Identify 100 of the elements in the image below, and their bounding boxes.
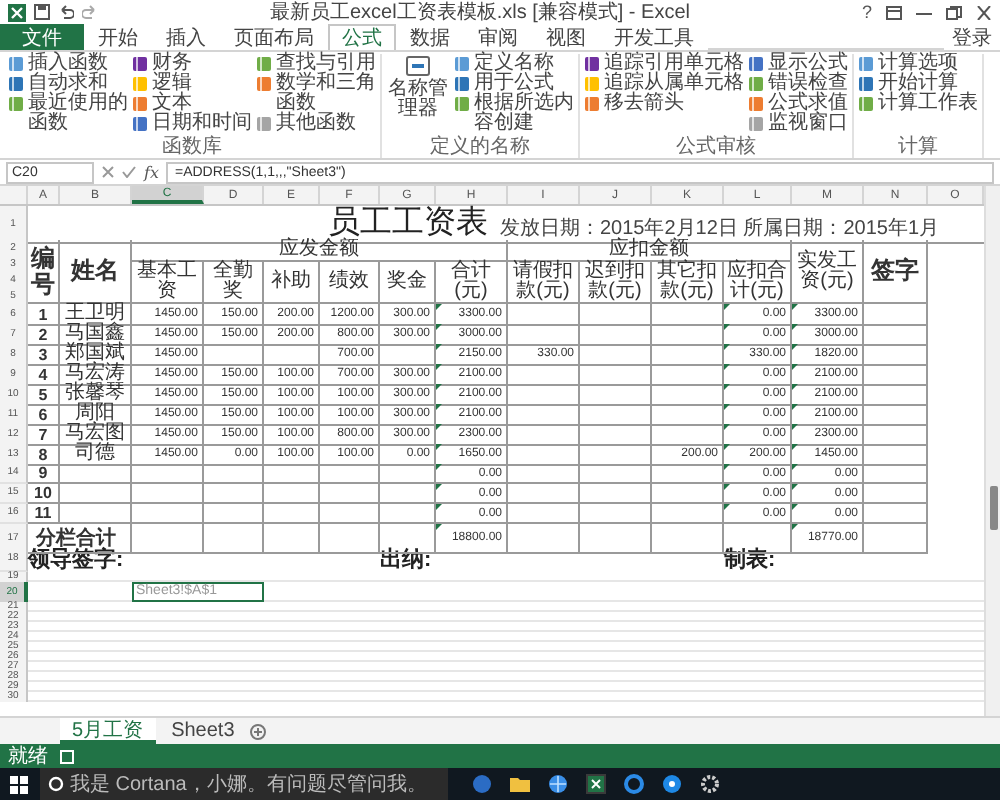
ribbon-command[interactable]: 计算选项 [858,54,978,74]
table-cell: 10 [34,484,52,502]
ribbon-command[interactable]: 财务 [132,54,252,74]
ribbon-command[interactable]: 数学和三角函数 [256,74,376,114]
ribbon-command[interactable]: 其他函数 [256,114,376,134]
error-triangle-icon [724,324,730,330]
error-triangle-icon [792,384,798,390]
ribbon-tab[interactable]: 审阅 [464,24,532,50]
insert-function-button[interactable]: fx [144,163,159,181]
book-icon [748,96,764,112]
error-triangle-icon [724,344,730,350]
save-icon[interactable] [34,4,50,20]
error-triangle-icon [436,424,442,430]
ribbon-command[interactable]: 逻辑 [132,74,252,94]
table-cell: 马宏图 [65,424,125,444]
table-cell [204,484,264,504]
error-triangle-icon [792,304,798,310]
ribbon-tab[interactable]: 开发工具 [600,24,708,50]
ribbon-tab[interactable]: 数据 [396,24,464,50]
column-heading: 全勤奖 [211,262,255,302]
file-tab[interactable]: 文件 [0,24,84,50]
undo-icon[interactable] [58,4,74,20]
column-heading: 合计(元) [449,262,493,302]
table-cell [652,524,724,554]
ribbon-command[interactable]: 计算工作表 [858,94,978,114]
table-cell: 8 [38,445,48,463]
ribbon-tab[interactable]: 插入 [152,24,220,50]
table-cell [320,504,380,524]
ribbon-tab[interactable]: 页面布局 [220,24,328,50]
browser-icon[interactable] [624,774,644,794]
search-field[interactable]: 我是 Cortana，小娜。有问题尽管问我。 [40,768,448,800]
group-label: 公式审核 [674,136,758,158]
table-cell [580,384,652,406]
ribbon-command[interactable]: 追踪引用单元格 [584,54,744,74]
ribbon-command[interactable]: 显示公式 [748,54,848,74]
group-heading: 应扣金额 [609,240,689,260]
excel-app-icon[interactable] [586,774,606,794]
book-icon [748,76,764,92]
ribbon-command[interactable]: 用于公式 [454,74,574,94]
error-triangle-icon [436,344,442,350]
ribbon-tab[interactable]: 公式 [328,24,396,50]
ribbon-command[interactable]: 错误检查 [748,74,848,94]
book-icon [748,116,764,132]
error-triangle-icon [792,324,798,330]
column-heading: 签字 [871,258,919,284]
ribbon-command[interactable]: 文本 [132,94,252,114]
ribbon-command[interactable]: 根据所选内容创建 [454,94,574,134]
error-triangle-icon [436,504,442,510]
book-icon [748,56,764,72]
add-sheet-icon[interactable] [250,723,267,739]
error-triangle-icon [436,364,442,370]
ribbon-command[interactable]: 名称管理器 [386,54,450,136]
column-heading: 补助 [271,272,311,292]
book-icon [858,96,874,112]
error-triangle-icon [792,404,798,410]
ribbon-command[interactable]: 移去箭头 [584,94,744,114]
ribbon-command[interactable]: 追踪从属单元格 [584,74,744,94]
windows-logo-icon[interactable] [10,775,28,793]
error-triangle-icon [792,504,798,510]
ribbon-command[interactable]: 定义名称 [454,54,574,74]
ribbon-command[interactable]: 监视窗口 [748,114,848,134]
ribbon-command[interactable]: 开始计算 [858,74,978,94]
scrollbar-thumb[interactable] [989,486,997,530]
macro-record-icon[interactable] [60,749,74,763]
help-button[interactable]: ? [861,2,872,22]
folder-icon[interactable] [510,774,530,794]
error-triangle-icon [792,424,798,430]
cancel-icon[interactable] [102,166,114,178]
sheet-tab[interactable]: 5月工资 [60,718,156,744]
error-triangle-icon [724,444,730,450]
ribbon-command[interactable]: 公式求值 [748,94,848,114]
excel-logo-icon[interactable] [8,3,26,21]
table-cell: 7 [38,425,48,443]
sign-in-link[interactable]: 登录 [944,23,1000,51]
table-cell [580,404,652,426]
error-triangle-icon [724,404,730,410]
ribbon-command[interactable]: 自动求和 [8,74,128,94]
ribbon-tab[interactable]: 视图 [532,24,600,50]
restore-icon[interactable] [946,5,962,19]
ribbon-command[interactable]: 日期和时间 [132,114,252,134]
book-icon [256,116,272,132]
table-cell [580,504,652,524]
gear-icon[interactable] [700,774,720,794]
error-triangle-icon [792,464,798,470]
close-icon[interactable] [976,5,992,19]
error-triangle-icon [724,304,730,310]
ribbon-command[interactable]: 最近使用的函数 [8,94,128,134]
table-cell [264,524,320,554]
table-cell [132,484,204,504]
ribbon-command[interactable]: 插入函数 [8,54,128,74]
check-icon[interactable] [122,166,136,178]
ribbon-display-icon[interactable] [886,5,902,19]
sheet-tab[interactable]: Sheet3 [159,718,247,744]
table-cell [652,324,724,346]
error-triangle-icon [792,524,798,530]
ribbon-command[interactable]: 查找与引用 [256,54,376,74]
ribbon-tab[interactable]: 开始 [84,24,152,50]
table-cell [264,504,320,524]
table-cell [652,364,724,386]
error-triangle-icon [792,484,798,490]
